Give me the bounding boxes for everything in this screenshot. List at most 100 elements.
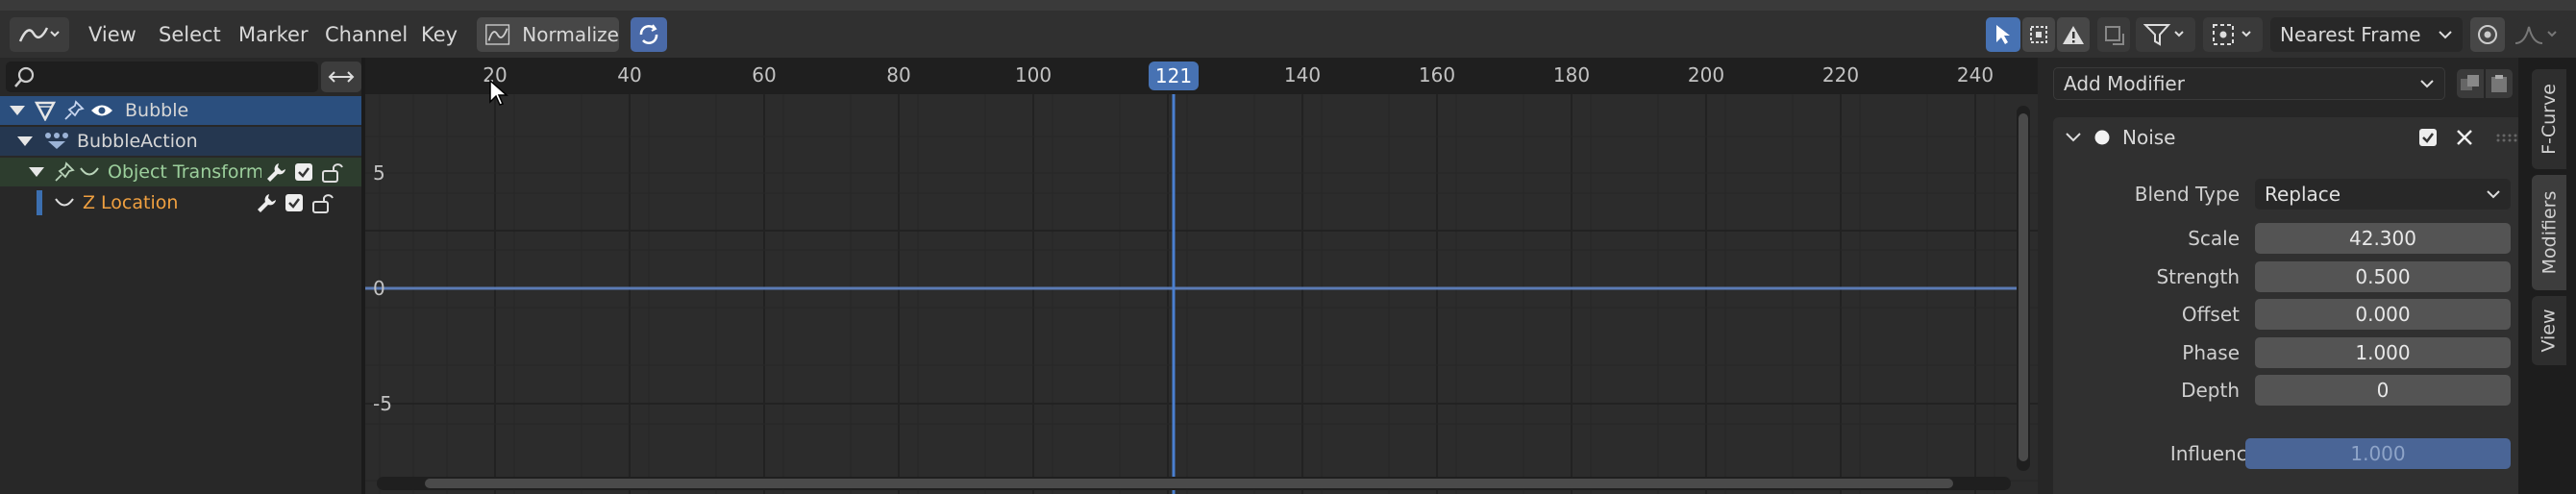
influence-field[interactable]: 1.000 [2245, 438, 2511, 469]
sidebar-tabs: F-Curve Modifiers View [2518, 58, 2576, 494]
fcurve-color-swatch [37, 190, 42, 215]
phase-label: Phase [2182, 341, 2240, 364]
graph-editor-icon [18, 27, 60, 42]
normalize-toggle[interactable]: Normalize [477, 17, 619, 52]
frame-tick: 140 [1283, 63, 1322, 86]
unlocked-icon[interactable] [311, 192, 334, 213]
phase-field[interactable]: 1.000 [2255, 337, 2511, 368]
copy-modifiers-button[interactable] [2457, 69, 2484, 98]
frame-icon [2105, 26, 2124, 45]
refresh-icon [639, 24, 658, 44]
show-handles-button[interactable] [2022, 17, 2055, 52]
menu-marker[interactable]: Marker [238, 19, 309, 50]
channel-fcurve-z-location[interactable]: Z Location [0, 188, 363, 217]
expand-arrow-icon[interactable] [27, 165, 46, 179]
modifier-name: Noise [2122, 126, 2176, 149]
only-selected-button[interactable] [1986, 17, 2020, 52]
handles-icon [2030, 26, 2047, 43]
add-modifier-dropdown[interactable]: Add Modifier [2053, 67, 2445, 100]
channel-object-bubble[interactable]: Bubble [0, 96, 363, 125]
offset-label: Offset [2181, 303, 2240, 326]
scale-field[interactable]: 42.300 [2255, 223, 2511, 254]
top-strip [0, 0, 2576, 10]
wrench-icon[interactable] [265, 161, 286, 183]
warning-button[interactable] [2057, 17, 2090, 52]
sidebar-region: Add Modifier Noise Blend Type Replace Sc… [2038, 58, 2576, 494]
channel-group[interactable]: Object Transform [0, 158, 363, 186]
warning-icon [2063, 26, 2084, 44]
filters-dropdown[interactable] [2136, 17, 2195, 52]
editor-header: View Select Marker Channel Key Normalize [0, 10, 2576, 58]
normalize-refresh-button[interactable] [631, 17, 667, 52]
fcurve-name: Z Location [83, 192, 179, 213]
channel-region: Bubble BubbleAction Object Transform Z L… [0, 58, 365, 494]
menu-view[interactable]: View [88, 19, 136, 50]
tab-modifiers[interactable]: Modifiers [2532, 175, 2566, 290]
expand-arrow-icon[interactable] [8, 104, 27, 117]
fcurve-icon [55, 198, 74, 207]
search-icon [14, 66, 35, 87]
frame-ruler[interactable]: 20 40 60 80 100 120 140 160 180 200 220 … [365, 58, 2038, 94]
menu-key[interactable]: Key [421, 19, 458, 50]
drag-handle-icon[interactable] [2495, 133, 2518, 142]
wrench-icon[interactable] [256, 192, 277, 213]
horizontal-scrollbar[interactable] [377, 477, 2011, 490]
menu-channel[interactable]: Channel [325, 19, 408, 50]
tab-view[interactable]: View [2532, 296, 2566, 365]
noise-modifier-header[interactable]: Noise [2053, 117, 2518, 158]
depth-field[interactable]: 0 [2255, 375, 2511, 406]
graph-region[interactable]: 20 40 60 80 100 120 140 160 180 200 220 … [365, 58, 2038, 494]
unlocked-icon[interactable] [321, 161, 344, 183]
modifier-enable-checkbox[interactable] [2418, 128, 2438, 147]
proportional-edit-toggle[interactable] [2470, 17, 2505, 52]
close-icon[interactable] [2455, 128, 2474, 147]
expand-arrow-icon[interactable] [15, 135, 35, 148]
graph-grid [365, 94, 2038, 494]
frame-tick: 200 [1687, 63, 1725, 86]
value-tick: -5 [373, 392, 392, 415]
snap-mode-dropdown[interactable]: Nearest Frame [2270, 17, 2463, 52]
chevron-down-icon [2420, 80, 2434, 88]
fcurve-icon [80, 167, 99, 176]
frame-tick: 80 [886, 63, 911, 86]
offset-field[interactable]: 0.000 [2255, 299, 2511, 330]
menu-select[interactable]: Select [159, 19, 221, 50]
object-name: Bubble [125, 100, 189, 121]
proportional-edit-icon [2478, 25, 2497, 44]
tab-f-curve[interactable]: F-Curve [2532, 69, 2566, 169]
eye-icon[interactable] [90, 102, 113, 119]
falloff-dropdown[interactable] [2507, 17, 2568, 52]
swap-filter-button[interactable] [321, 62, 361, 92]
chevron-down-icon[interactable] [2065, 132, 2082, 143]
pin-icon[interactable] [63, 100, 85, 121]
blend-type-dropdown[interactable]: Replace [2255, 179, 2511, 210]
normalize-icon [485, 24, 510, 45]
current-frame-indicator[interactable]: 121 [1149, 62, 1199, 90]
pivot-icon [2213, 24, 2251, 45]
editor-type-button[interactable] [10, 17, 69, 52]
paste-modifiers-button[interactable] [2486, 69, 2513, 98]
action-icon [45, 133, 68, 149]
checkbox-icon[interactable] [285, 193, 304, 212]
value-tick: 5 [373, 161, 385, 185]
vertical-scrollbar[interactable] [2017, 106, 2030, 471]
strength-field[interactable]: 0.500 [2255, 261, 2511, 292]
pin-icon[interactable] [54, 161, 75, 183]
paste-icon [2491, 75, 2507, 92]
frame-tick: 220 [1821, 63, 1860, 86]
channel-action[interactable]: BubbleAction [0, 127, 363, 156]
cursor-icon [1996, 25, 2010, 44]
frame-tick: 160 [1418, 63, 1456, 86]
snap-mode-label: Nearest Frame [2280, 23, 2421, 46]
checkbox-icon[interactable] [294, 162, 313, 182]
horizontal-scroll-thumb[interactable] [425, 479, 1953, 488]
modifier-dot-icon [2094, 130, 2110, 145]
cursor-to-selected-button[interactable] [2097, 17, 2130, 52]
influence-label: Influence [2169, 442, 2259, 465]
channel-search-input[interactable] [6, 62, 318, 92]
value-tick: 0 [373, 277, 385, 300]
action-name: BubbleAction [77, 131, 198, 152]
pivot-point-dropdown[interactable] [2203, 17, 2263, 52]
depth-label: Depth [2181, 379, 2240, 402]
frame-tick: 60 [752, 63, 777, 86]
